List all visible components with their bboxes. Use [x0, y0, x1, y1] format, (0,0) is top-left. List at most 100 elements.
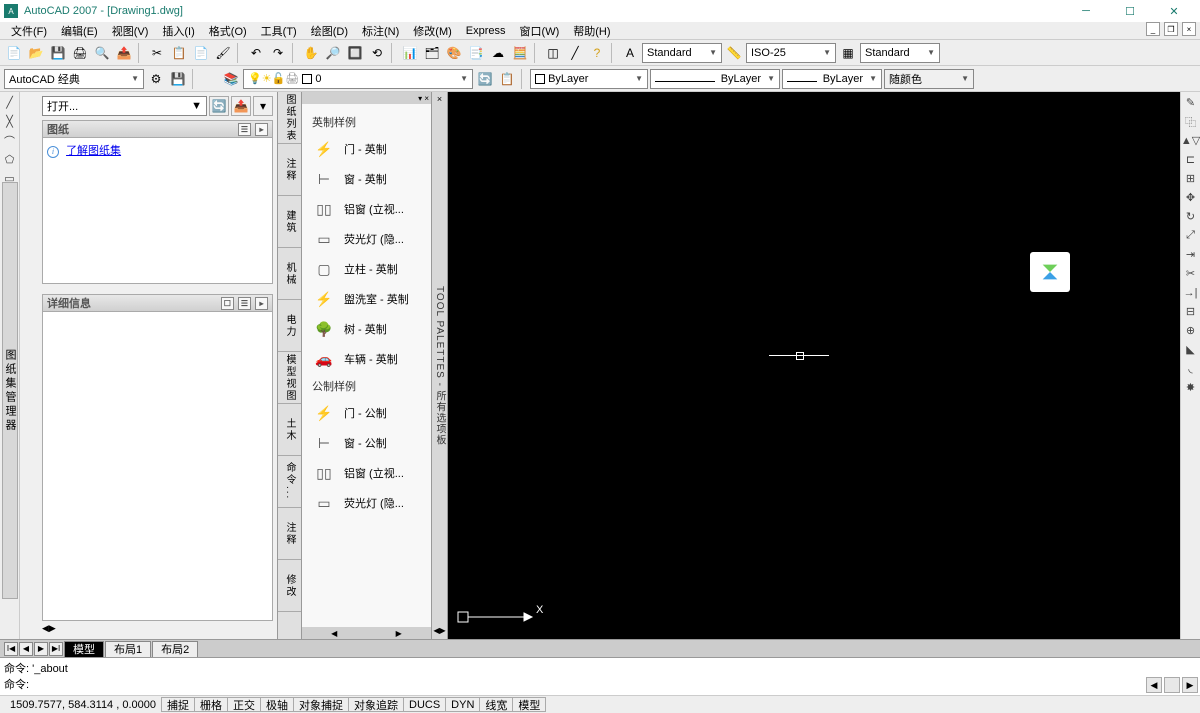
explode-tool-icon[interactable]: ✸ — [1182, 379, 1199, 396]
palette-item-window-metric[interactable]: ⊢窗 - 公制 — [306, 428, 427, 458]
palette-handle[interactable]: × TOOL PALETTES - 所有选项板 ◀▶ — [432, 92, 448, 639]
sheetset-open-combo[interactable]: 打开...▼ — [42, 96, 207, 116]
palette-item-aluminum-metric[interactable]: ▯▯铝窗 (立视... — [306, 458, 427, 488]
cmd-scroll-right-icon[interactable]: ▶ — [1182, 677, 1198, 693]
layer-previous-icon[interactable]: 🔄 — [475, 69, 495, 89]
learn-sheetset-link[interactable]: 了解图纸集 — [66, 145, 121, 157]
cmd-scroll-left-icon[interactable]: ◀ — [1146, 677, 1162, 693]
polygon-tool-icon[interactable]: ⬠ — [1, 151, 18, 168]
details-hdr-btn2[interactable]: ☰ — [238, 297, 251, 310]
mdi-minimize[interactable]: _ — [1146, 22, 1160, 36]
break-tool-icon[interactable]: ⊟ — [1182, 303, 1199, 320]
tab-first-icon[interactable]: I◀ — [4, 642, 18, 656]
block-icon[interactable]: ◫ — [543, 43, 563, 63]
floating-logo[interactable] — [1030, 252, 1070, 292]
snap-toggle[interactable]: 捕捉 — [161, 697, 195, 712]
sheets-hdr-btn1[interactable]: ☰ — [238, 123, 251, 136]
palette-next-icon[interactable]: ▶ — [396, 629, 402, 638]
workspace-settings-icon[interactable]: ⚙ — [146, 69, 166, 89]
palette-autohide-icon[interactable]: ◀▶ — [433, 626, 445, 635]
mdi-restore[interactable]: ❐ — [1164, 22, 1178, 36]
xline-tool-icon[interactable]: ╳ — [1, 113, 18, 130]
sheetset-btn3-icon[interactable]: ▾ — [253, 96, 273, 116]
palette-item-tree[interactable]: 🌳树 - 英制 — [306, 314, 427, 344]
sheetset-handle[interactable]: 图纸集管理器 — [2, 182, 18, 599]
mid-tab-7[interactable]: 命令... — [278, 456, 301, 508]
layer-manager-icon[interactable]: 📚 — [221, 69, 241, 89]
menu-modify[interactable]: 修改(M) — [406, 23, 459, 39]
undo-icon[interactable]: ↶ — [246, 43, 266, 63]
menu-view[interactable]: 视图(V) — [105, 23, 156, 39]
ducs-toggle[interactable]: DUCS — [403, 697, 446, 712]
sheetset-icon[interactable]: 📑 — [466, 43, 486, 63]
grid-toggle[interactable]: 栅格 — [194, 697, 228, 712]
cmd-scroll-track[interactable] — [1164, 677, 1180, 693]
fillet-tool-icon[interactable]: ◟ — [1182, 360, 1199, 377]
lineweight-combo[interactable]: ByLayer▼ — [782, 69, 882, 89]
layer-states-icon[interactable]: 📋 — [497, 69, 517, 89]
palette-item-door-metric[interactable]: ⚡门 - 公制 — [306, 398, 427, 428]
tab-last-icon[interactable]: ▶I — [49, 642, 63, 656]
coord-display[interactable]: 1509.7577, 584.3114 , 0.0000 — [4, 699, 162, 711]
mid-tab-0[interactable]: 图纸列表 — [278, 92, 301, 144]
polar-toggle[interactable]: 极轴 — [260, 697, 294, 712]
drawing-canvas[interactable]: X — [448, 92, 1180, 639]
dimstyle-combo[interactable]: ISO-25▼ — [746, 43, 836, 63]
plot-icon[interactable]: 🖨 — [70, 43, 90, 63]
palette-opts-icon[interactable]: ▾ × — [418, 94, 429, 103]
mid-tab-1[interactable]: 注释 — [278, 144, 301, 196]
menu-window[interactable]: 窗口(W) — [513, 23, 567, 39]
calc-icon[interactable]: 🧮 — [510, 43, 530, 63]
command-input[interactable]: 命令: — [4, 676, 1140, 692]
toolpalettes-icon[interactable]: 🎨 — [444, 43, 464, 63]
markup-icon[interactable]: ☁ — [488, 43, 508, 63]
palette-item-lavatory[interactable]: ⚡盥洗室 - 英制 — [306, 284, 427, 314]
dimstyle-icon[interactable]: 📏 — [724, 43, 744, 63]
tab-next-icon[interactable]: ▶ — [34, 642, 48, 656]
mdi-close[interactable]: × — [1182, 22, 1196, 36]
mid-tab-2[interactable]: 建筑 — [278, 196, 301, 248]
details-hdr-btn3[interactable]: ▸ — [255, 297, 268, 310]
mid-tab-5[interactable]: 模型视图 — [278, 352, 301, 404]
palette-item-column[interactable]: ▢立柱 - 英制 — [306, 254, 427, 284]
join-tool-icon[interactable]: ⊕ — [1182, 322, 1199, 339]
publish-icon[interactable]: 📤 — [114, 43, 134, 63]
linetype-combo[interactable]: ByLayer▼ — [650, 69, 780, 89]
palette-item-window-imperial[interactable]: ⊢窗 - 英制 — [306, 164, 427, 194]
tablestyle-icon[interactable]: ▦ — [838, 43, 858, 63]
array-tool-icon[interactable]: ⊞ — [1182, 170, 1199, 187]
help-icon[interactable]: ? — [587, 43, 607, 63]
workspace-combo[interactable]: AutoCAD 经典▼ — [4, 69, 144, 89]
erase-tool-icon[interactable]: ✎ — [1182, 94, 1199, 111]
designcenter-icon[interactable]: 🗂 — [422, 43, 442, 63]
mid-tab-4[interactable]: 电力 — [278, 300, 301, 352]
save-icon[interactable]: 💾 — [48, 43, 68, 63]
plotcolor-combo[interactable]: 随颜色▼ — [884, 69, 974, 89]
tablestyle-combo[interactable]: Standard▼ — [860, 43, 940, 63]
stretch-tool-icon[interactable]: ⇥ — [1182, 246, 1199, 263]
palette-item-fluorescent-metric[interactable]: ▭荧光灯 (隐... — [306, 488, 427, 518]
chamfer-tool-icon[interactable]: ◣ — [1182, 341, 1199, 358]
match-icon[interactable]: 🖌 — [213, 43, 233, 63]
menu-insert[interactable]: 插入(I) — [155, 23, 201, 39]
pan-icon[interactable]: ✋ — [301, 43, 321, 63]
menu-tools[interactable]: 工具(T) — [254, 23, 304, 39]
menu-edit[interactable]: 编辑(E) — [54, 23, 105, 39]
trim-tool-icon[interactable]: ✂ — [1182, 265, 1199, 282]
palette-item-vehicle[interactable]: 🚗车辆 - 英制 — [306, 344, 427, 374]
cut-icon[interactable]: ✂ — [147, 43, 167, 63]
palette-item-door-imperial[interactable]: ⚡门 - 英制 — [306, 134, 427, 164]
rotate-tool-icon[interactable]: ↻ — [1182, 208, 1199, 225]
sheetset-btn1-icon[interactable]: 🔄 — [209, 96, 229, 116]
menu-draw[interactable]: 绘图(D) — [304, 23, 355, 39]
mid-tab-8[interactable]: 注释 — [278, 508, 301, 560]
preview-icon[interactable]: 🔍 — [92, 43, 112, 63]
paste-icon[interactable]: 📄 — [191, 43, 211, 63]
menu-express[interactable]: Express — [459, 25, 513, 37]
model-toggle[interactable]: 模型 — [512, 697, 546, 712]
offset-tool-icon[interactable]: ⊏ — [1182, 151, 1199, 168]
textstyle-icon[interactable]: A — [620, 43, 640, 63]
otrack-toggle[interactable]: 对象追踪 — [348, 697, 404, 712]
color-combo[interactable]: ByLayer▼ — [530, 69, 648, 89]
open-icon[interactable]: 📂 — [26, 43, 46, 63]
